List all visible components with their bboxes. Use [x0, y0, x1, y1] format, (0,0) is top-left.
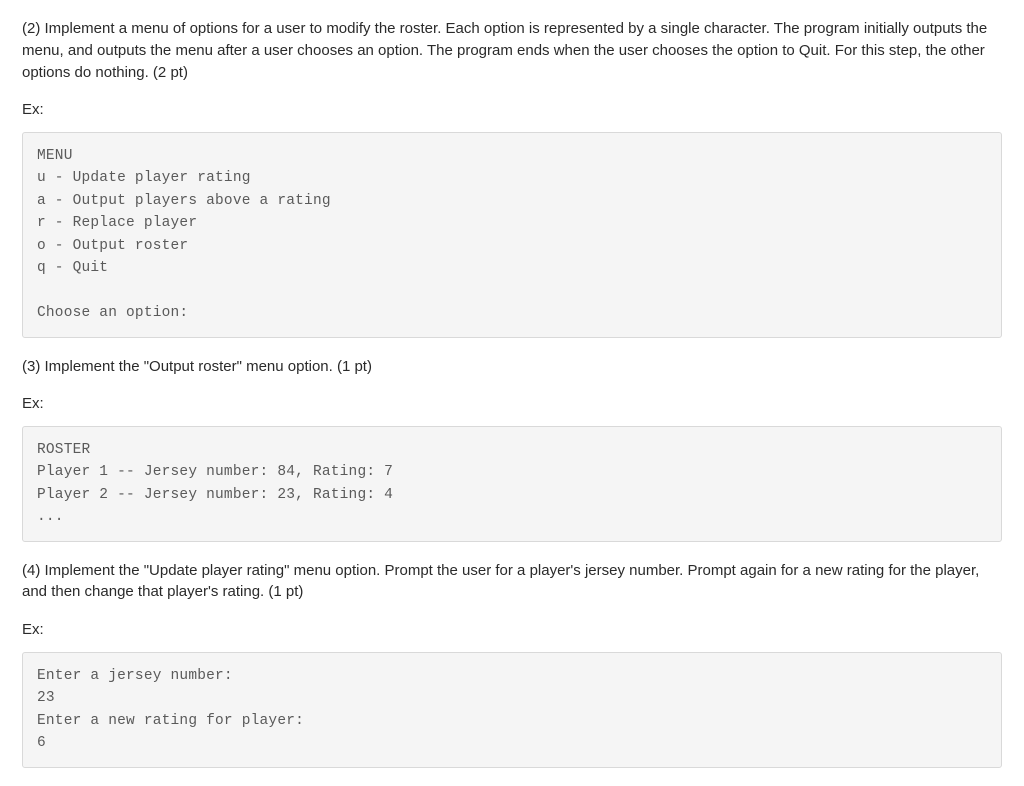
step3-code-block: ROSTER Player 1 -- Jersey number: 84, Ra… [22, 426, 1002, 542]
step4-example-label: Ex: [22, 619, 1002, 642]
step4-code-block: Enter a jersey number: 23 Enter a new ra… [22, 652, 1002, 768]
step3-example-label: Ex: [22, 393, 1002, 416]
step2-code-block: MENU u - Update player rating a - Output… [22, 132, 1002, 338]
step4-description: (4) Implement the "Update player rating"… [22, 560, 1002, 604]
step3-description: (3) Implement the "Output roster" menu o… [22, 356, 1002, 378]
step2-example-label: Ex: [22, 99, 1002, 122]
step2-description: (2) Implement a menu of options for a us… [22, 18, 1002, 83]
